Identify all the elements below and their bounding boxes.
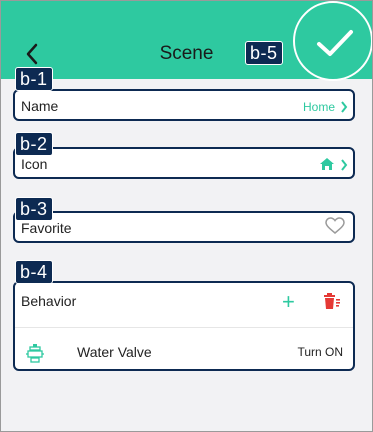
home-icon [320, 158, 334, 170]
chevron-right-icon [341, 159, 348, 171]
tag-b1: b-1 [15, 67, 53, 91]
favorite-label: Favorite [21, 220, 72, 236]
plus-icon[interactable]: + [282, 289, 295, 315]
confirm-button[interactable] [293, 1, 372, 81]
chevron-right-icon [341, 101, 348, 113]
device-name: Water Valve [77, 344, 152, 360]
scene-screen: Scene Name Home Icon Favorite Behavior + [0, 0, 373, 432]
tag-b5: b-5 [245, 41, 283, 65]
icon-label: Icon [21, 156, 48, 172]
tag-b4: b-4 [15, 260, 53, 284]
name-row[interactable]: Name Home [13, 89, 355, 121]
behavior-divider [15, 327, 353, 328]
trash-icon[interactable] [323, 292, 341, 310]
icon-row[interactable]: Icon [13, 147, 355, 179]
tag-b3: b-3 [15, 197, 53, 221]
favorite-row[interactable]: Favorite [13, 211, 355, 243]
behavior-title: Behavior [21, 293, 77, 309]
tag-b2: b-2 [15, 132, 53, 156]
heart-outline-icon[interactable] [325, 217, 345, 235]
device-action: Turn ON [297, 345, 343, 359]
checkmark-icon [317, 30, 353, 56]
behavior-section: Behavior + Water Valve Turn ON [13, 281, 355, 371]
name-value: Home [302, 100, 335, 114]
water-valve-icon [26, 344, 44, 363]
name-label: Name [21, 98, 59, 114]
